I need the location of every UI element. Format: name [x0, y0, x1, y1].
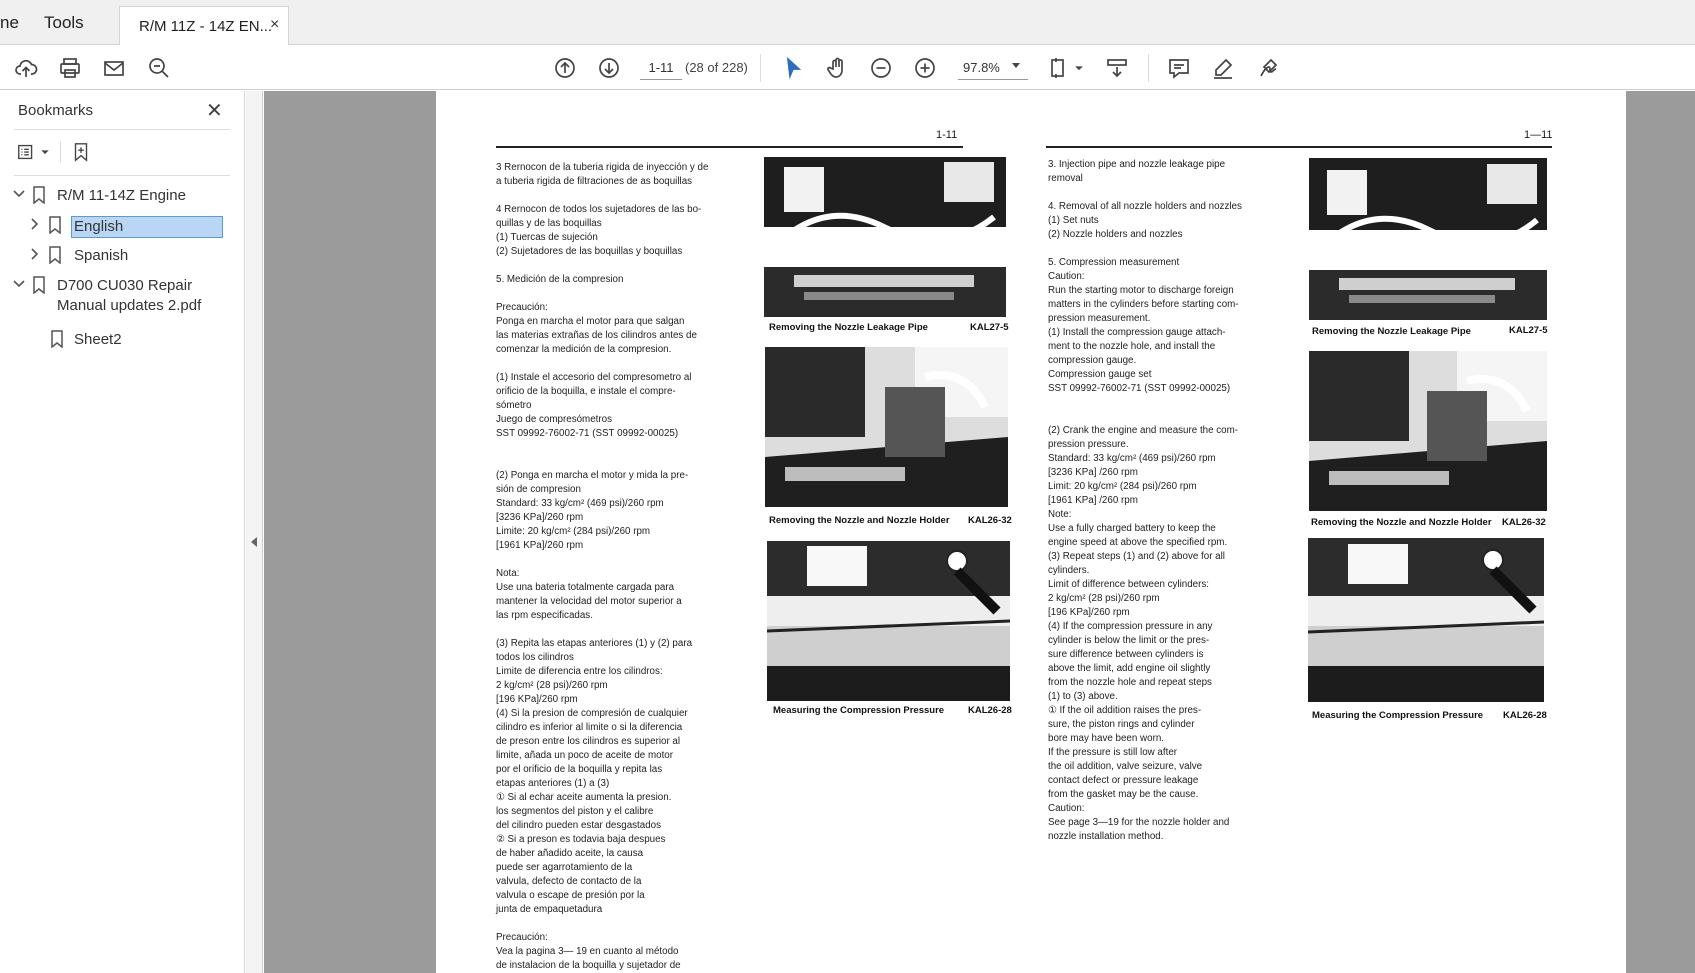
bookmark-label: Spanish	[74, 247, 129, 264]
bookmark-options-icon[interactable]	[16, 137, 50, 167]
select-arrow-icon[interactable]	[780, 45, 806, 90]
bookmark-row-engine[interactable]: R/M 11-14Z Engine	[0, 183, 240, 207]
comment-icon[interactable]	[1166, 45, 1192, 90]
toolbar: 1-11 (28 of 228) 97.8%	[0, 45, 1695, 90]
figure-caption: Removing the Nozzle and Nozzle Holder	[1311, 517, 1492, 528]
zoom-search-icon[interactable]	[145, 45, 173, 90]
divider	[60, 141, 61, 163]
divider	[14, 129, 230, 130]
bookmark-icon	[48, 246, 62, 265]
add-bookmark-icon[interactable]	[70, 137, 92, 167]
zoom-dropdown-caret-icon[interactable]	[1012, 63, 1020, 68]
page-number: 1—11	[1524, 129, 1553, 141]
pdf-viewer-app: ne Tools R/M 11Z - 14Z EN... × 1-11 (28 …	[0, 0, 1695, 973]
page-count: (28 of 228)	[685, 60, 748, 75]
page-number: 1-11	[936, 129, 958, 141]
figure-caption: Measuring the Compression Pressure	[1312, 710, 1484, 721]
toolbar-divider	[760, 54, 761, 82]
figure-code: KAL26-28	[968, 705, 1012, 716]
tab-title: R/M 11Z - 14Z EN...	[139, 18, 273, 35]
figure-caption: Removing the Nozzle Leakage Pipe	[769, 322, 928, 333]
bookmarks-panel: Bookmarks ✕ R/M 11-14Z Engine English Sp…	[0, 91, 245, 973]
collapse-arrow-icon[interactable]	[251, 537, 257, 547]
hand-icon[interactable]	[824, 45, 850, 90]
bookmark-label: D700 CU030 Repair	[57, 277, 193, 294]
tab-bar: ne Tools R/M 11Z - 14Z EN... ×	[0, 0, 1695, 45]
next-page-icon[interactable]	[596, 45, 622, 90]
close-icon[interactable]: ✕	[206, 98, 223, 123]
divider	[14, 175, 230, 176]
figure-code: KAL26-32	[968, 515, 1012, 526]
chevron-right-icon[interactable]	[28, 217, 42, 231]
page-number-input[interactable]: 1-11	[640, 56, 682, 80]
bookmark-icon	[50, 330, 64, 349]
english-text-column: 3. Injection pipe and nozzle leakage pip…	[1048, 159, 1242, 842]
zoom-in-icon[interactable]	[912, 45, 938, 90]
bookmark-label: English	[71, 216, 223, 238]
highlight-icon[interactable]	[1210, 45, 1236, 90]
sign-icon[interactable]	[1256, 45, 1282, 90]
chevron-right-icon[interactable]	[28, 247, 42, 261]
fit-page-dropdown-icon[interactable]	[1074, 45, 1084, 90]
figure-caption: Removing the Nozzle and Nozzle Holder	[769, 515, 950, 526]
figure-code: KAL26-32	[1502, 517, 1546, 528]
bookmark-label: Sheet2	[74, 331, 122, 348]
chevron-down-icon[interactable]	[12, 277, 26, 291]
prev-page-icon[interactable]	[552, 45, 578, 90]
toolbar-divider	[1148, 54, 1149, 82]
figure-photo	[1308, 538, 1544, 702]
header-rule	[496, 146, 963, 148]
header-rule	[1046, 146, 1552, 148]
panel-collapse-handle[interactable]	[246, 91, 263, 973]
figure-photo	[767, 541, 1010, 701]
bookmark-row-sheet2[interactable]: Sheet2	[0, 327, 240, 351]
document-tab[interactable]: R/M 11Z - 14Z EN... ×	[119, 6, 289, 45]
upload-icon[interactable]	[12, 45, 40, 90]
mail-icon[interactable]	[100, 45, 128, 90]
menu-home[interactable]: ne	[0, 13, 19, 33]
bookmark-icon	[32, 186, 46, 205]
bookmark-label: R/M 11-14Z Engine	[57, 187, 186, 204]
figure-code: KAL27-5	[1509, 325, 1548, 336]
figure-photo	[1309, 158, 1547, 320]
bookmark-icon	[48, 216, 62, 235]
figure-caption: Removing the Nozzle Leakage Pipe	[1312, 326, 1471, 337]
figure-code: KAL26-28	[1503, 710, 1547, 721]
figure-photo	[764, 157, 1006, 317]
bookmark-label-line2: Manual updates 2.pdf	[57, 297, 202, 314]
bookmark-row-english[interactable]: English	[0, 213, 240, 238]
chevron-down-icon[interactable]	[12, 187, 26, 201]
figure-photo	[765, 347, 1008, 507]
menu-tools[interactable]: Tools	[44, 13, 84, 33]
tab-close-icon[interactable]: ×	[270, 16, 279, 34]
spanish-text-column: 3 Rernocon de la tuberia rigida de inyec…	[496, 162, 709, 971]
figure-code: KAL27-5	[970, 322, 1009, 333]
document-viewer[interactable]: 1-11 1—11 3 Rernocon de la tuberia rigid…	[264, 91, 1695, 973]
scroll-mode-icon[interactable]	[1104, 45, 1130, 90]
pdf-page: 1-11 1—11 3 Rernocon de la tuberia rigid…	[436, 91, 1626, 973]
figure-photo	[1309, 351, 1547, 511]
figure-caption: Measuring the Compression Pressure	[773, 705, 945, 716]
zoom-out-icon[interactable]	[868, 45, 894, 90]
print-icon[interactable]	[56, 45, 84, 90]
bookmark-icon	[32, 276, 46, 295]
bookmark-row-spanish[interactable]: Spanish	[0, 243, 240, 267]
bookmark-row-repair-manual[interactable]: D700 CU030 Repair Manual updates 2.pdf	[0, 273, 240, 317]
fit-page-icon[interactable]	[1046, 45, 1072, 90]
bookmarks-title: Bookmarks	[18, 102, 94, 119]
zoom-level-select[interactable]: 97.8%	[958, 56, 1028, 80]
